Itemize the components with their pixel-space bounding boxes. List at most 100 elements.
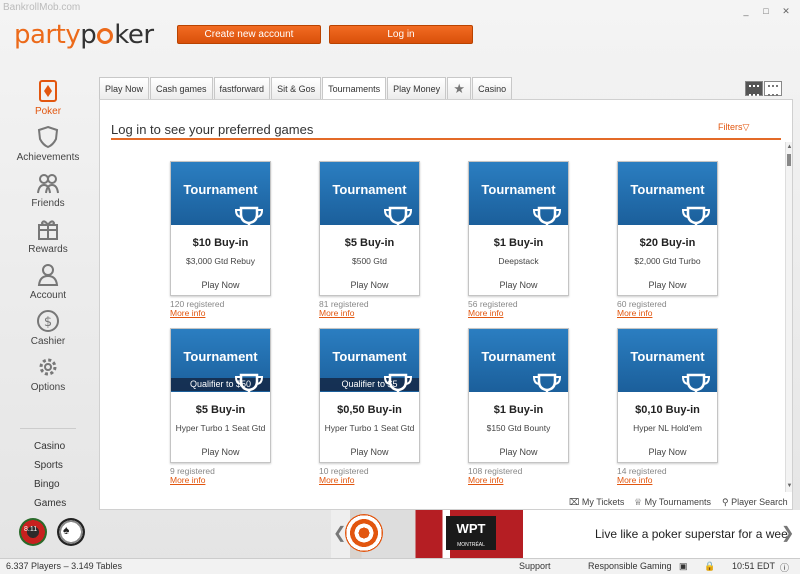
list-view-icon[interactable]	[764, 81, 782, 96]
play-now-button[interactable]: Play Now	[171, 447, 270, 457]
game-tabs: Play Now Cash games fastforward Sit & Go…	[99, 77, 513, 100]
promo-banner[interactable]: WPT MONTRÉAL ❮ Live like a poker supersta…	[331, 510, 800, 558]
sidebar-item-cashier[interactable]: $ Cashier	[0, 309, 96, 347]
play-now-button[interactable]: Play Now	[469, 447, 568, 457]
wpt-logo: WPT MONTRÉAL	[446, 516, 496, 550]
sidebar-item-achievements[interactable]: Achievements	[0, 125, 96, 163]
tournament-card[interactable]: Tournament Qualifier to $50 $5 Buy-in Hyper…	[170, 328, 271, 463]
card-description: Hyper Turbo 1 Seat Gtd	[175, 423, 266, 433]
tab-play-now[interactable]: Play Now	[99, 77, 150, 99]
minimize-icon[interactable]: _	[740, 6, 752, 17]
sidebar-item-options[interactable]: Options	[0, 355, 96, 393]
partypoker-logo: partyp ker	[14, 20, 154, 50]
close-icon[interactable]: ✕	[780, 6, 792, 17]
card-buyin: $0,10 Buy-in	[635, 404, 700, 416]
tournament-card[interactable]: Tournament $20 Buy-in $2,000 Gtd Turbo Play…	[617, 161, 718, 296]
scroll-thumb[interactable]	[787, 154, 791, 166]
sidebar-item-poker[interactable]: Poker	[0, 79, 96, 117]
window-controls: _ □ ✕	[740, 6, 792, 17]
filter-icon: ▽	[742, 122, 750, 132]
my-tournaments-link[interactable]: ♕ My Tournaments	[634, 497, 711, 508]
info-icon[interactable]: ⓘ	[780, 561, 789, 574]
gear-icon	[39, 358, 57, 376]
sidebar-item-account[interactable]: Account	[0, 263, 96, 301]
tab-sit-and-gos[interactable]: Sit & Gos	[271, 77, 322, 99]
more-info-link[interactable]: More info	[170, 475, 205, 485]
support-link[interactable]: Support	[519, 561, 551, 571]
filters-button[interactable]: Filters▽	[718, 122, 749, 133]
tab-play-money[interactable]: Play Money	[387, 77, 447, 99]
sidebar-item-friends[interactable]: Friends	[0, 171, 96, 209]
sidebar-item-rewards[interactable]: Rewards	[0, 217, 96, 255]
sidebar-link-bingo[interactable]: Bingo	[34, 479, 60, 490]
scroll-up-icon[interactable]: ▲	[786, 144, 793, 151]
create-account-button[interactable]: Create new account	[177, 25, 321, 44]
tab-tournaments[interactable]: Tournaments	[322, 77, 387, 100]
tab-cash-games[interactable]: Cash games	[150, 77, 213, 99]
tournament-card[interactable]: Tournament $1 Buy-in $150 Gtd Bounty Play N…	[468, 328, 569, 463]
my-tickets-link[interactable]: ⌧ My Tickets	[569, 497, 624, 508]
tournament-card[interactable]: Tournament $10 Buy-in $3,000 Gtd Rebuy Play…	[170, 161, 271, 296]
tab-casino[interactable]: Casino	[472, 77, 513, 99]
bottom-links: ⌧ My Tickets ♕ My Tournaments ⚲ Player S…	[99, 495, 793, 510]
tournament-card[interactable]: Tournament $1 Buy-in Deepstack Play Now	[468, 161, 569, 296]
tournament-card[interactable]: Tournament $0,10 Buy-in Hyper NL Hold'em Pl…	[617, 328, 718, 463]
more-info-link[interactable]: More info	[468, 308, 503, 318]
sidebar-link-casino[interactable]: Casino	[34, 441, 65, 452]
card-header: Tournament	[469, 162, 568, 232]
svg-text:$: $	[44, 315, 52, 330]
card-type-label: Tournament	[481, 182, 556, 197]
play-now-button[interactable]: Play Now	[618, 447, 717, 457]
poker-chip-icon[interactable]: 8.11	[19, 518, 47, 546]
promo-prev-icon[interactable]: ❮	[333, 523, 346, 543]
connection-icon: ▣	[679, 561, 688, 571]
scrollbar[interactable]: ▲ ▼	[785, 142, 792, 492]
tab-fastforward[interactable]: fastforward	[213, 77, 271, 99]
tournament-card[interactable]: Tournament Qualifier to $5 $0,50 Buy-in Hyp…	[319, 328, 420, 463]
more-info-link[interactable]: More info	[170, 308, 205, 318]
play-now-button[interactable]: Play Now	[320, 280, 419, 290]
scroll-down-icon[interactable]: ▼	[786, 483, 793, 490]
window-titlebar: BankrollMob.com _ □ ✕	[0, 0, 800, 22]
card-type-label: Tournament	[481, 349, 556, 364]
trophy-icon	[383, 373, 413, 399]
maximize-icon[interactable]: □	[760, 6, 772, 17]
card-description: Deepstack	[498, 256, 539, 266]
target-logo-icon	[345, 514, 383, 552]
cards-icon[interactable]: ♠	[57, 518, 85, 546]
card-buyin: $5 Buy-in	[195, 404, 246, 416]
trophy-icon	[234, 206, 264, 232]
card-description: $150 Gtd Bounty	[486, 423, 551, 433]
more-info-link[interactable]: More info	[617, 308, 652, 318]
grid-view-icon[interactable]	[745, 81, 763, 96]
ticket-icon: ⌧	[569, 497, 580, 507]
player-search-link[interactable]: ⚲ Player Search	[722, 497, 788, 508]
card-header: Tournament	[320, 162, 419, 232]
sidebar-item-label: Achievements	[16, 152, 80, 163]
play-now-button[interactable]: Play Now	[469, 280, 568, 290]
tab-favorites-star-icon[interactable]: ★	[447, 77, 472, 99]
trophy-icon	[383, 206, 413, 232]
login-button[interactable]: Log in	[329, 25, 473, 44]
sidebar-link-games[interactable]: Games	[34, 498, 66, 509]
trophy-icon	[681, 373, 711, 399]
more-info-link[interactable]: More info	[319, 475, 354, 485]
tournament-card[interactable]: Tournament $5 Buy-in $500 Gtd Play Now	[319, 161, 420, 296]
card-header: Tournament Qualifier to $50	[171, 329, 270, 399]
promo-text: Live like a poker superstar for a wee	[595, 527, 788, 541]
poker-diamond-icon	[39, 80, 57, 102]
play-now-button[interactable]: Play Now	[320, 447, 419, 457]
panel-title-rule	[111, 138, 781, 140]
card-header: Tournament	[618, 162, 717, 232]
dollar-icon: $	[37, 310, 59, 332]
sidebar-link-sports[interactable]: Sports	[34, 460, 63, 471]
play-now-button[interactable]: Play Now	[618, 280, 717, 290]
more-info-link[interactable]: More info	[617, 475, 652, 485]
more-info-link[interactable]: More info	[468, 475, 503, 485]
promo-next-icon[interactable]: ❯	[781, 523, 794, 543]
gift-icon	[38, 220, 58, 240]
more-info-link[interactable]: More info	[319, 308, 354, 318]
responsible-gaming-link[interactable]: Responsible Gaming	[588, 561, 672, 571]
card-buyin: $10 Buy-in	[192, 237, 249, 249]
play-now-button[interactable]: Play Now	[171, 280, 270, 290]
